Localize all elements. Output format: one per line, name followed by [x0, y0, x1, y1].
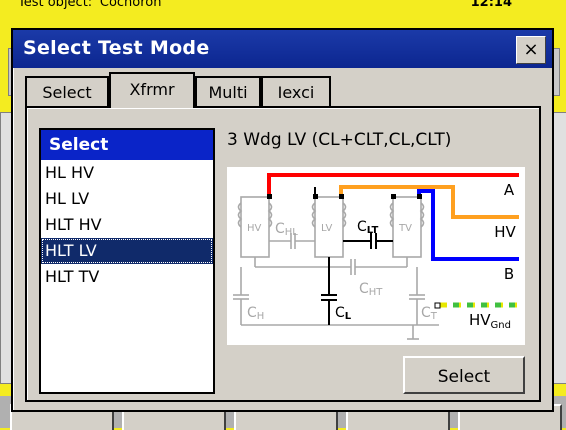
cht-main: C — [359, 281, 369, 297]
junction-dot — [313, 194, 318, 199]
tab-xfrmr-label: Xfrmr — [129, 80, 175, 99]
cht-sub: HT — [369, 287, 384, 298]
background-title-bar: Test object: 'Cochoron' 12:14 — [18, 0, 518, 16]
ct-main: C — [421, 305, 431, 321]
list-header: Select — [41, 130, 213, 160]
close-button[interactable]: × — [516, 36, 546, 64]
list-item[interactable]: HL LV — [41, 186, 213, 212]
chl-sub: HL — [285, 227, 299, 238]
dialog-title: Select Test Mode — [23, 37, 210, 59]
tab-multi-label: Multi — [208, 83, 248, 102]
ch-main: C — [247, 305, 257, 321]
ch-sub: H — [257, 311, 265, 322]
list-item[interactable]: HLT TV — [41, 264, 213, 290]
junction-dot — [267, 194, 272, 199]
clt-sub: LT — [367, 225, 379, 236]
ground-terminal-dot — [434, 302, 441, 309]
junction-dot — [391, 194, 396, 199]
chl-main: C — [275, 221, 285, 237]
terminal-hv-label: HV — [494, 223, 516, 241]
junction-dot — [417, 194, 422, 199]
lv-winding-label: LV — [321, 223, 332, 234]
hv-gnd-main: HV — [469, 311, 491, 329]
list-item[interactable]: HLT HV — [41, 212, 213, 238]
tv-winding-label: TV — [398, 223, 412, 234]
background-title-text: Test object: 'Cochoron' — [18, 0, 166, 10]
clt-main: C — [357, 219, 367, 235]
winding-connection-diagram: A HV B HVGnd HV LV TV CHL CLT CHT CH CL … — [227, 167, 525, 345]
terminal-a-label: A — [504, 181, 515, 199]
terminal-b-label: B — [504, 265, 514, 283]
list-item[interactable]: HL HV — [41, 160, 213, 186]
close-icon: × — [523, 39, 539, 60]
junction-dot — [339, 194, 344, 199]
cl-main: C — [335, 305, 345, 321]
test-mode-list[interactable]: Select HL HV HL LV HLT HV HLT LV HLT TV — [39, 128, 215, 394]
ct-sub: T — [430, 311, 438, 322]
hv-gnd-subscript: Gnd — [491, 320, 511, 331]
select-test-mode-dialog: Select Test Mode × Select Xfrmr Multi Ie… — [11, 28, 554, 412]
select-button[interactable]: Select — [403, 356, 525, 394]
tab-iexci-label: Iexci — [277, 83, 315, 102]
list-item-selected[interactable]: HLT LV — [41, 238, 213, 264]
tab-multi[interactable]: Multi — [195, 76, 261, 106]
cl-sub: L — [345, 311, 352, 322]
dialog-titlebar[interactable]: Select Test Mode × — [13, 30, 552, 68]
background-clock: 12:14 — [470, 0, 512, 10]
hv-winding-label: HV — [247, 223, 262, 234]
tab-select[interactable]: Select — [25, 76, 109, 106]
configuration-label: 3 Wdg LV (CL+CLT,CL,CLT) — [227, 130, 452, 150]
tab-select-label: Select — [42, 83, 92, 102]
tab-iexci[interactable]: Iexci — [261, 76, 331, 106]
tab-xfrmr[interactable]: Xfrmr — [109, 72, 195, 108]
